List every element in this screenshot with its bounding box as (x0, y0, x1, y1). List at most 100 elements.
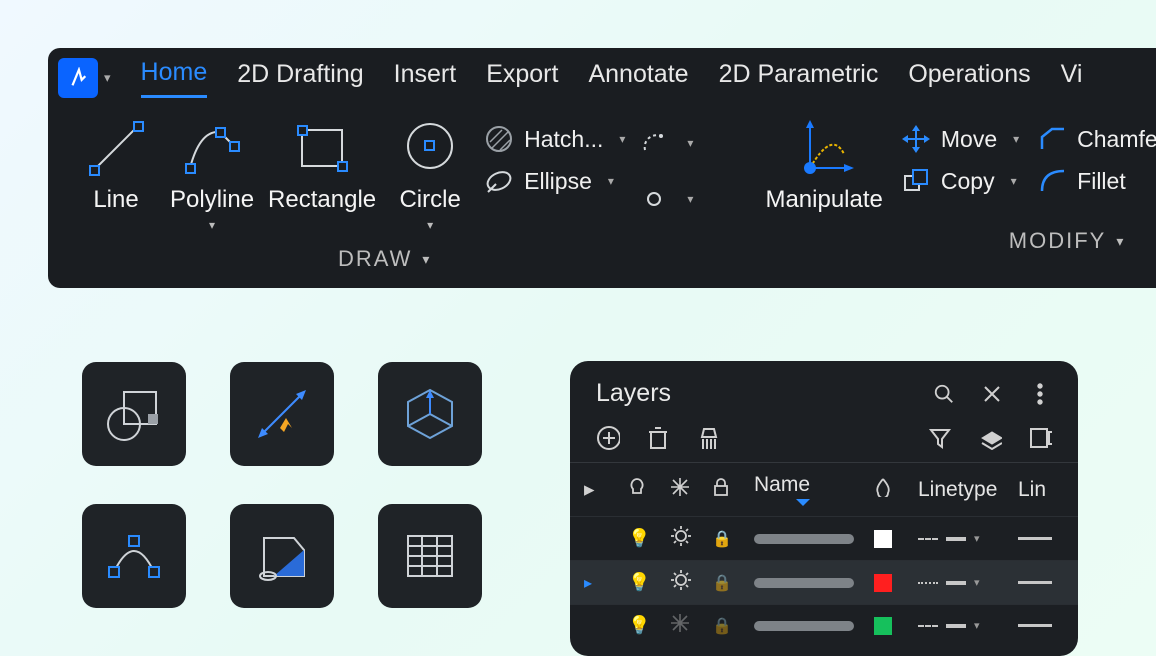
chevron-down-icon[interactable]: ▾ (619, 132, 625, 146)
move-icon (901, 124, 931, 154)
tool-label: Ellipse (524, 168, 592, 195)
palette-icon-grid (82, 362, 482, 608)
arc-icon (639, 128, 669, 158)
freeze-icon[interactable] (670, 613, 712, 638)
menu-tab-annotate[interactable]: Annotate (588, 60, 688, 97)
chevron-down-icon[interactable]: ▾ (687, 192, 693, 206)
chevron-down-icon[interactable]: ▾ (1011, 174, 1017, 188)
lock-icon[interactable]: 🔒 (712, 529, 754, 549)
layer-name-placeholder (754, 621, 854, 631)
app-menu[interactable]: ▾ (58, 58, 111, 98)
table-grid-icon[interactable] (378, 504, 482, 608)
ellipse-icon (484, 166, 514, 196)
point-icon (639, 184, 669, 214)
bulb-icon[interactable]: 💡 (628, 572, 670, 593)
more-icon[interactable] (1028, 382, 1052, 406)
menu-tab-2d-parametric[interactable]: 2D Parametric (719, 60, 879, 97)
sheet-fill-icon[interactable] (230, 504, 334, 608)
lock-icon[interactable]: 🔒 (712, 573, 754, 593)
tool-label: Polyline (170, 186, 254, 214)
section-label-draw[interactable]: DRAW ▾ (76, 232, 693, 274)
chevron-down-icon[interactable]: ▾ (427, 218, 433, 232)
tool-line[interactable]: Line (76, 116, 156, 214)
menu-tab-insert[interactable]: Insert (394, 60, 457, 97)
chevron-down-icon[interactable]: ▾ (209, 218, 215, 232)
menu-bar: ▾ Home 2D Drafting Insert Export Annotat… (48, 48, 1156, 98)
menu-tab-view[interactable]: Vi (1061, 60, 1083, 97)
column-lineweight[interactable]: Lin (1018, 478, 1078, 502)
app-logo-icon (58, 58, 98, 98)
linetype-cell[interactable]: ▾ (918, 532, 1018, 545)
line-icon (84, 116, 148, 180)
color-swatch[interactable] (874, 574, 892, 592)
sort-indicator-icon (796, 499, 810, 506)
lineweight-cell[interactable] (1018, 537, 1052, 540)
bulb-icon[interactable]: 💡 (628, 615, 670, 636)
tool-arc[interactable]: ▾ (639, 128, 693, 158)
dimension-arrow-icon[interactable] (230, 362, 334, 466)
ribbon-toolbar: ▾ Home 2D Drafting Insert Export Annotat… (48, 48, 1156, 288)
tool-chamfer[interactable]: Chamfer (1037, 124, 1156, 154)
lock-header-icon[interactable] (712, 477, 754, 503)
tool-polyline[interactable]: Polyline ▾ (170, 116, 254, 232)
section-label-modify[interactable]: MODIFY ▾ (765, 214, 1156, 256)
layer-row[interactable]: 💡 🔒 ▾ (570, 516, 1078, 560)
chevron-down-icon[interactable]: ▾ (687, 136, 693, 150)
chevron-down-icon: ▾ (104, 70, 111, 86)
bulb-header-icon[interactable] (628, 477, 670, 503)
column-name[interactable]: Name (754, 473, 874, 506)
bulb-icon[interactable]: 💡 (628, 528, 670, 549)
chevron-down-icon[interactable]: ▾ (1013, 132, 1019, 146)
menu-tab-export[interactable]: Export (486, 60, 558, 97)
tool-label: Hatch... (524, 126, 603, 153)
sun-icon[interactable] (670, 569, 712, 596)
tool-ellipse[interactable]: Ellipse ▾ (484, 166, 625, 196)
tool-label: Chamfer (1077, 126, 1156, 153)
add-layer-icon[interactable] (596, 426, 620, 450)
current-layer-icon: ▸ (584, 573, 628, 593)
arc-polyline-icon[interactable] (82, 504, 186, 608)
linetype-cell[interactable]: ▾ (918, 576, 1018, 589)
purge-icon[interactable] (696, 426, 720, 450)
tool-rectangle[interactable]: Rectangle (268, 116, 376, 214)
color-header-icon[interactable] (874, 477, 918, 503)
tool-circle[interactable]: Circle ▾ (390, 116, 470, 232)
tool-label: Circle (399, 186, 460, 214)
expand-all-icon[interactable]: ▸ (584, 477, 628, 502)
menu-tab-home[interactable]: Home (141, 58, 208, 98)
tool-copy[interactable]: Copy ▾ (901, 166, 1019, 196)
tool-point[interactable]: ▾ (639, 184, 693, 214)
delete-icon[interactable] (646, 426, 670, 450)
chevron-down-icon: ▾ (422, 251, 431, 268)
tool-move[interactable]: Move ▾ (901, 124, 1019, 154)
lineweight-cell[interactable] (1018, 581, 1052, 584)
settings-column-icon[interactable] (1028, 426, 1052, 450)
freeze-header-icon[interactable] (670, 477, 712, 503)
tool-hatch[interactable]: Hatch... ▾ (484, 124, 625, 154)
close-icon[interactable] (980, 382, 1004, 406)
tool-label: Line (93, 186, 138, 214)
layer-states-icon[interactable] (978, 426, 1002, 450)
tool-fillet[interactable]: Fillet (1037, 166, 1156, 196)
chevron-down-icon[interactable]: ▾ (608, 174, 614, 188)
color-swatch[interactable] (874, 530, 892, 548)
color-swatch[interactable] (874, 617, 892, 635)
linetype-cell[interactable]: ▾ (918, 619, 1018, 632)
layer-row[interactable]: ▸ 💡 🔒 ▾ (570, 560, 1078, 604)
lineweight-cell[interactable] (1018, 624, 1052, 627)
hatch-icon (484, 124, 514, 154)
sun-icon[interactable] (670, 525, 712, 552)
tool-label: Copy (941, 168, 995, 195)
layers-column-header: ▸ Name Linetype Lin (570, 462, 1078, 516)
filter-icon[interactable] (928, 426, 952, 450)
tool-manipulate[interactable]: Manipulate (765, 116, 882, 214)
shape-combine-icon[interactable] (82, 362, 186, 466)
search-icon[interactable] (932, 382, 956, 406)
menu-tab-2d-drafting[interactable]: 2D Drafting (237, 60, 363, 97)
column-linetype[interactable]: Linetype (918, 478, 1018, 502)
layer-row[interactable]: 💡 🔒 ▾ (570, 604, 1078, 646)
cube-3d-icon[interactable] (378, 362, 482, 466)
menu-tab-operations[interactable]: Operations (908, 60, 1030, 97)
lock-icon[interactable]: 🔒 (712, 616, 754, 636)
tool-label: Move (941, 126, 997, 153)
